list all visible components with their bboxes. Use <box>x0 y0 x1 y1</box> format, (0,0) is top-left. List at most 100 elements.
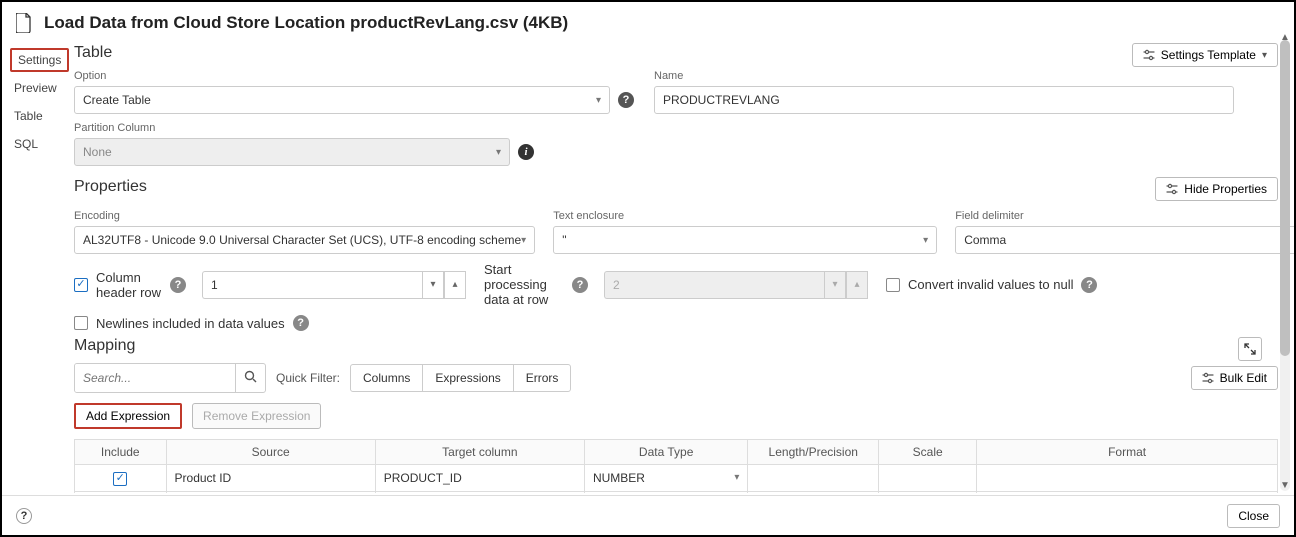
settings-template-button[interactable]: Settings Template <box>1132 43 1278 67</box>
cell-scale[interactable] <box>879 491 977 493</box>
name-input[interactable]: PRODUCTREVLANG <box>654 86 1234 114</box>
scroll-down-arrow[interactable]: ▼ <box>1279 480 1291 491</box>
chevron-down-icon: ▾ <box>596 95 601 106</box>
help-icon[interactable] <box>293 315 309 331</box>
name-label: Name <box>654 70 1234 82</box>
option-value: Create Table <box>83 93 151 107</box>
help-icon[interactable] <box>572 277 588 293</box>
col-include: Include <box>75 440 167 465</box>
column-header-row-input[interactable]: 1 <box>202 271 422 299</box>
file-icon <box>16 12 34 34</box>
sidebar-item-sql[interactable]: SQL <box>2 130 64 158</box>
table-row: Product ID PRODUCT_ID NUMBER ▾ <box>75 465 1278 492</box>
encoding-select[interactable]: AL32UTF8 - Unicode 9.0 Universal Charact… <box>74 226 535 254</box>
section-title-properties: Properties <box>74 178 147 196</box>
remove-expression-button: Remove Expression <box>192 403 321 429</box>
help-icon[interactable] <box>170 277 186 293</box>
field-delim-value: Comma <box>964 233 1006 247</box>
column-header-row-label: Column header row <box>96 270 162 300</box>
include-checkbox[interactable] <box>113 472 127 486</box>
encoding-label: Encoding <box>74 210 535 222</box>
newlines-label: Newlines included in data values <box>96 316 285 331</box>
expand-icon[interactable] <box>1238 337 1262 361</box>
text-enclosure-select[interactable]: " ▾ <box>553 226 937 254</box>
hide-properties-label: Hide Properties <box>1184 182 1267 196</box>
mapping-table: Include Source Target column Data Type L… <box>74 439 1278 493</box>
encoding-value: AL32UTF8 - Unicode 9.0 Universal Charact… <box>83 233 521 247</box>
quick-filter-expressions[interactable]: Expressions <box>423 365 513 391</box>
sidebar-item-table[interactable]: Table <box>2 102 64 130</box>
cell-source: Product Name <box>166 491 375 493</box>
spin-down-button: ▾ <box>824 271 846 299</box>
option-select[interactable]: Create Table ▾ <box>74 86 610 114</box>
cell-format[interactable] <box>977 491 1278 493</box>
hide-properties-button[interactable]: Hide Properties <box>1155 177 1278 201</box>
option-label: Option <box>74 70 634 82</box>
bulk-edit-button[interactable]: Bulk Edit <box>1191 366 1278 390</box>
col-format: Format <box>977 440 1278 465</box>
datatype-value: NUMBER <box>593 471 645 485</box>
partition-label: Partition Column <box>74 122 534 134</box>
partition-select: None ▾ <box>74 138 510 166</box>
page-title: Load Data from Cloud Store Location prod… <box>44 13 568 33</box>
column-header-row-value: 1 <box>211 278 218 292</box>
scrollbar-thumb[interactable] <box>1280 40 1290 356</box>
add-expression-button[interactable]: Add Expression <box>76 405 180 427</box>
sidebar: Settings Preview Table SQL <box>2 40 64 493</box>
field-delim-label: Field delimiter <box>955 210 1294 222</box>
spin-up-button[interactable]: ▴ <box>444 271 466 299</box>
help-icon[interactable] <box>1081 277 1097 293</box>
col-datatype: Data Type <box>584 440 747 465</box>
column-header-row-checkbox[interactable] <box>74 278 88 292</box>
field-delim-select[interactable]: Comma ▾ <box>955 226 1294 254</box>
convert-invalid-checkbox[interactable] <box>886 278 900 292</box>
cell-format[interactable] <box>977 465 1278 492</box>
name-value: PRODUCTREVLANG <box>663 93 780 107</box>
close-button[interactable]: Close <box>1227 504 1280 528</box>
cell-length[interactable] <box>748 465 879 492</box>
quick-filter-errors[interactable]: Errors <box>514 365 571 391</box>
chevron-down-icon: ▾ <box>734 472 739 483</box>
sliders-icon <box>1143 49 1155 61</box>
newlines-checkbox[interactable] <box>74 316 88 330</box>
partition-value: None <box>83 145 112 159</box>
spin-down-button[interactable]: ▾ <box>422 271 444 299</box>
help-icon[interactable] <box>618 92 634 108</box>
info-icon[interactable] <box>518 144 534 160</box>
cell-target[interactable]: PRODUCT_ID <box>375 465 584 492</box>
col-source: Source <box>166 440 375 465</box>
convert-invalid-label: Convert invalid values to null <box>908 277 1073 292</box>
cell-source: Product ID <box>166 465 375 492</box>
sliders-icon <box>1202 372 1214 384</box>
spin-up-button: ▴ <box>846 271 868 299</box>
search-box <box>74 363 266 393</box>
cell-target[interactable]: PRODUCT_NAME <box>375 491 584 493</box>
quick-filter-label: Quick Filter: <box>276 371 340 385</box>
sidebar-item-settings[interactable]: Settings <box>10 48 69 72</box>
datatype-select[interactable]: NUMBER ▾ <box>585 467 747 489</box>
chevron-down-icon: ▾ <box>521 235 526 246</box>
settings-template-label: Settings Template <box>1161 48 1256 62</box>
search-icon <box>244 370 257 386</box>
col-length: Length/Precision <box>748 440 879 465</box>
cell-scale[interactable] <box>879 465 977 492</box>
section-title-mapping: Mapping <box>74 337 1278 355</box>
start-row-label: Start processing data at row <box>484 262 564 307</box>
sliders-icon <box>1166 183 1178 195</box>
start-row-value: 2 <box>613 278 620 292</box>
chevron-down-icon: ▾ <box>496 147 501 158</box>
search-button[interactable] <box>235 364 265 392</box>
quick-filter-columns[interactable]: Columns <box>351 365 423 391</box>
col-target: Target column <box>375 440 584 465</box>
sidebar-item-preview[interactable]: Preview <box>2 74 64 102</box>
text-enclosure-label: Text enclosure <box>553 210 937 222</box>
col-scale: Scale <box>879 440 977 465</box>
text-enclosure-value: " <box>562 233 566 247</box>
chevron-down-icon: ▾ <box>923 235 928 246</box>
table-row: Product Name PRODUCT_NAME VARCHAR2▾ Auto… <box>75 491 1278 493</box>
search-input[interactable] <box>75 364 235 392</box>
bulk-edit-label: Bulk Edit <box>1220 371 1267 385</box>
help-button[interactable] <box>16 508 32 524</box>
section-title-table: Table <box>74 44 112 62</box>
scrollbar[interactable] <box>1280 40 1290 491</box>
